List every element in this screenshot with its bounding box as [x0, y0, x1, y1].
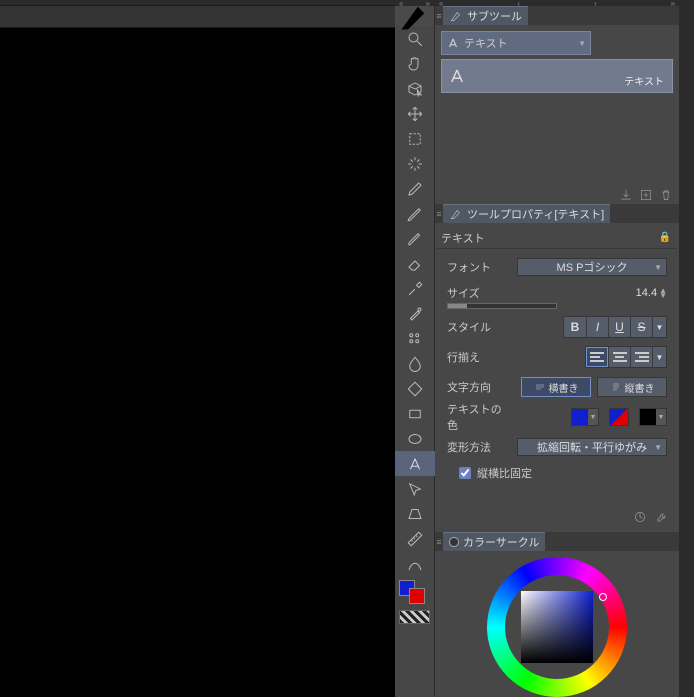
chevron-down-icon: ▼: [578, 39, 586, 48]
radio-icon: [449, 537, 459, 547]
font-select[interactable]: MS Pゴシック ▼: [517, 258, 667, 276]
subtool-tab[interactable]: サブツール: [443, 6, 528, 25]
subtool-selector-label: テキスト: [464, 35, 508, 51]
tool-text[interactable]: [395, 451, 435, 476]
panel-grip-icon[interactable]: ≡: [435, 204, 443, 223]
transform-value: 拡縮回転・平行ゆがみ: [537, 439, 647, 455]
color-wheel[interactable]: [487, 557, 627, 697]
main-toolbar: «»: [395, 0, 435, 697]
tool-wand[interactable]: [395, 151, 435, 176]
aspect-lock-label: 縦横比固定: [477, 465, 532, 481]
tool-property-tab-label: ツールプロパティ[テキスト]: [467, 206, 604, 222]
subtool-item-label: テキスト: [624, 73, 664, 88]
text-color-black[interactable]: ▼: [639, 408, 667, 426]
size-stepper[interactable]: ▲▼: [659, 288, 667, 298]
text-color-sub[interactable]: [609, 408, 629, 426]
text-color-label: テキストの色: [447, 401, 509, 433]
color-circle-tab-label: カラーサークル: [463, 534, 539, 550]
tool-pen[interactable]: [395, 176, 435, 201]
tool-ruler-1[interactable]: [395, 526, 435, 551]
strike-button[interactable]: S: [630, 317, 652, 337]
font-label: フォント: [447, 259, 509, 275]
style-more-button[interactable]: ▼: [652, 317, 666, 337]
chevron-down-icon: ▼: [654, 443, 662, 452]
panel-grip-icon[interactable]: ≡: [435, 532, 443, 551]
background-color-swatch[interactable]: [409, 588, 425, 604]
direction-label: 文字方向: [447, 379, 509, 395]
color-sv-square[interactable]: [521, 591, 593, 663]
tool-move[interactable]: [395, 101, 435, 126]
tool-diamond[interactable]: [395, 376, 435, 401]
wrench-icon[interactable]: [655, 510, 669, 524]
subtool-item-text[interactable]: テキスト: [441, 59, 673, 93]
chevron-down-icon: ▼: [654, 263, 662, 272]
size-value[interactable]: 14.4: [617, 287, 657, 299]
lock-icon[interactable]: 🔒: [659, 232, 671, 243]
transform-label: 変形方法: [447, 439, 509, 455]
tool-ruler-2[interactable]: [395, 551, 435, 576]
aspect-lock-checkbox[interactable]: [459, 467, 471, 479]
align-center-button[interactable]: [608, 347, 630, 367]
prop-header-label: テキスト: [441, 230, 485, 246]
tool-eyedropper[interactable]: [395, 276, 435, 301]
tool-property-tab[interactable]: ツールプロパティ[テキスト]: [443, 204, 610, 223]
subtool-tab-label: サブツール: [467, 8, 522, 24]
collapsed-side-panel[interactable]: [679, 0, 694, 697]
tool-hand[interactable]: [395, 51, 435, 76]
color-circle-tab[interactable]: カラーサークル: [443, 532, 545, 551]
active-tool-indicator: [395, 6, 434, 26]
transform-select[interactable]: 拡縮回転・平行ゆがみ ▼: [517, 438, 667, 456]
italic-button[interactable]: I: [586, 317, 608, 337]
size-label: サイズ: [447, 285, 509, 301]
tool-perspective[interactable]: [395, 501, 435, 526]
size-slider[interactable]: [447, 303, 557, 309]
add-icon[interactable]: [639, 188, 653, 202]
canvas-viewport[interactable]: [0, 28, 395, 697]
bold-button[interactable]: B: [564, 317, 586, 337]
align-left-button[interactable]: [586, 347, 608, 367]
pattern-swatch[interactable]: [399, 610, 430, 624]
align-right-button[interactable]: [630, 347, 652, 367]
align-more-button[interactable]: ▼: [652, 347, 666, 367]
underline-button[interactable]: U: [608, 317, 630, 337]
canvas-area: [0, 0, 395, 697]
subtool-selector[interactable]: テキスト ▼: [441, 31, 591, 55]
panel-grip-icon[interactable]: ≡: [435, 6, 443, 25]
hue-marker[interactable]: [599, 593, 607, 601]
font-value: MS Pゴシック: [557, 259, 628, 275]
tool-3d-cursor[interactable]: [395, 76, 435, 101]
align-label: 行揃え: [447, 349, 509, 365]
tool-ellipse[interactable]: [395, 426, 435, 451]
tool-eraser[interactable]: [395, 251, 435, 276]
tool-pencil[interactable]: [395, 201, 435, 226]
tool-bucket-pattern[interactable]: [395, 326, 435, 351]
tool-color-mix[interactable]: [395, 301, 435, 326]
style-label: スタイル: [447, 319, 509, 335]
text-color-main[interactable]: ▼: [571, 408, 599, 426]
direction-horizontal-button[interactable]: 横書き: [521, 377, 591, 397]
import-icon[interactable]: [619, 188, 633, 202]
reset-icon[interactable]: [633, 510, 647, 524]
delete-icon[interactable]: [659, 188, 673, 202]
color-swatches[interactable]: [395, 578, 434, 608]
tool-brush[interactable]: [395, 226, 435, 251]
tool-rect[interactable]: [395, 401, 435, 426]
direction-vertical-button[interactable]: 縦書き: [597, 377, 667, 397]
tool-arrow[interactable]: [395, 476, 435, 501]
tool-marquee[interactable]: [395, 126, 435, 151]
tool-fill[interactable]: [395, 351, 435, 376]
